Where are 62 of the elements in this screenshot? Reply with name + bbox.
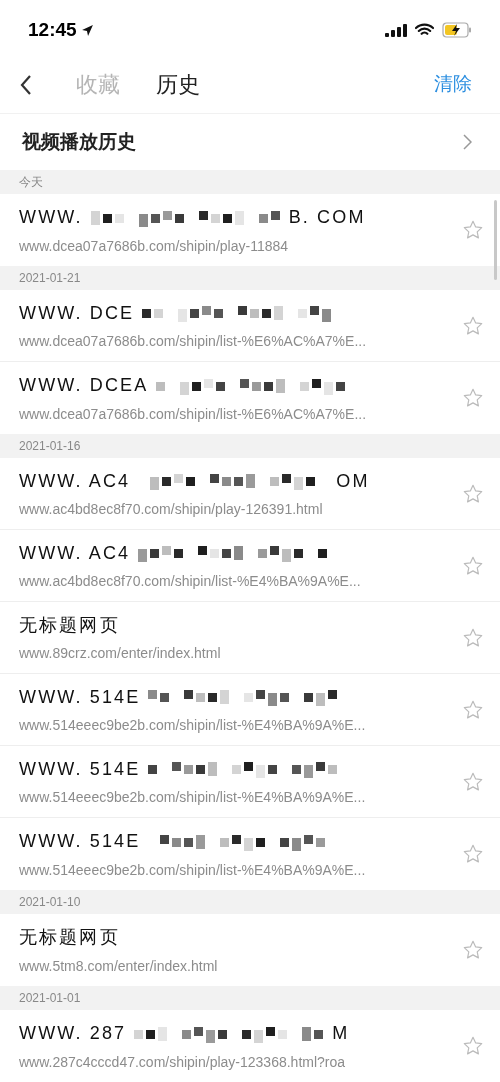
history-row[interactable]: 无标题网页 www.89crz.com/enter/index.html: [0, 602, 500, 674]
history-row[interactable]: 无标题网页 www.5tm8.com/enter/index.html: [0, 914, 500, 986]
battery-icon: [442, 22, 472, 38]
date-header: 2021-01-16: [0, 434, 500, 458]
page-title: 无标题网页: [19, 613, 120, 637]
page-url: www.ac4bd8ec8f70.com/shipin/list-%E4%BA%9A%E...: [19, 572, 362, 591]
location-arrow-icon: [80, 23, 94, 37]
history-row[interactable]: WWW. 287 M www.287c4cccd47.com/shipin/play-123368.html?roa: [0, 1010, 500, 1082]
star-icon[interactable]: [462, 219, 484, 241]
page-title: WWW. AC4: [19, 541, 131, 565]
history-row[interactable]: WWW. DCEA www.dcea07a7686b.com/shipin/list-%E6%AC%A7%E...: [0, 362, 500, 434]
date-header: 2021-01-21: [0, 266, 500, 290]
history-row[interactable]: WWW. 514E www.514eeec9be2b.com/shipin/list-%E4%BA%9A%E...: [0, 746, 500, 818]
page-url: www.514eeec9be2b.com/shipin/list-%E4%BA%9A%E...: [19, 788, 367, 807]
page-title: WWW. DCEA: [19, 374, 149, 397]
history-row[interactable]: WWW. 514E www.514eeec9be2b.com/shipin/list-%E4%BA%9A%E...: [0, 818, 500, 890]
page-url: www.514eeec9be2b.com/shipin/list-%E4%BA%9A%E...: [19, 860, 367, 880]
star-icon[interactable]: [462, 698, 484, 721]
history-row[interactable]: WWW. AC4 www.ac4bd8ec8f70.com/shipin/list-%E4%BA%9A%E...: [0, 530, 500, 602]
history-row[interactable]: WWW. DCE www.dcea07a7686b.com/shipin/list-%E6%AC%A7%E...: [0, 290, 500, 362]
wifi-icon: [415, 23, 434, 37]
page-title-end: B. COM: [288, 206, 366, 229]
signal-icon: [385, 23, 407, 37]
tab[interactable]: 历史: [156, 68, 200, 101]
chevron-right-icon: [463, 134, 472, 150]
page-url: www.514eeec9be2b.com/shipin/list-%E4%BA%9A%E...: [19, 716, 367, 735]
page-title: 无标题网页: [19, 926, 120, 949]
page-title: WWW. 514E: [19, 757, 141, 781]
star-icon[interactable]: [462, 554, 484, 577]
page-url: www.5tm8.com/enter/index.html: [19, 956, 219, 976]
history-row[interactable]: WWW. AC4 OM www.ac4bd8ec8f70.com/shipin/play-126391.html: [0, 458, 500, 530]
clear-button[interactable]: 清除: [434, 70, 472, 99]
star-icon[interactable]: [462, 939, 484, 961]
back-icon[interactable]: [20, 73, 32, 96]
date-header: 2021-01-01: [0, 986, 500, 1010]
history-row[interactable]: WWW. 514E www.514eeec9be2b.com/shipin/list-%E4%BA%9A%E...: [0, 674, 500, 746]
star-icon[interactable]: [462, 770, 484, 793]
date-header: 今天: [0, 170, 500, 194]
status-time: 12:45: [28, 17, 77, 42]
star-icon[interactable]: [462, 843, 484, 865]
star-icon[interactable]: [462, 314, 484, 337]
page-title-end: OM: [336, 469, 370, 493]
page-url: www.dcea07a7686b.com/shipin/list-%E6%AC%A7%E...: [19, 404, 368, 424]
page-title: WWW. AC4: [19, 469, 131, 493]
page-url: www.287c4cccd47.com/shipin/play-123368.html?roa: [19, 1052, 347, 1072]
page-title: WWW. DCE: [19, 301, 135, 325]
star-icon[interactable]: [462, 482, 484, 505]
star-icon[interactable]: [462, 387, 484, 409]
page-title: WWW.: [19, 206, 83, 229]
page-title: WWW. 287: [19, 1022, 127, 1045]
page-url: www.dcea07a7686b.com/shipin/play-11884: [19, 236, 290, 256]
history-row[interactable]: WWW. B. COM www.dcea07a7686b.com/shipin/play-11884: [0, 194, 500, 266]
page-title: WWW. 514E: [19, 685, 141, 709]
page-url: www.dcea07a7686b.com/shipin/list-%E6%AC%A7%E...: [19, 332, 368, 351]
video-history-row[interactable]: 视频播放历史: [0, 114, 500, 170]
page-url: www.ac4bd8ec8f70.com/shipin/play-126391.html: [19, 500, 324, 519]
page-title-end: M: [332, 1022, 350, 1045]
star-icon[interactable]: [462, 1035, 484, 1057]
page-title: WWW. 514E: [19, 830, 141, 853]
date-header: 2021-01-10: [0, 890, 500, 914]
page-url: www.89crz.com/enter/index.html: [19, 644, 222, 663]
star-icon[interactable]: [462, 626, 484, 649]
